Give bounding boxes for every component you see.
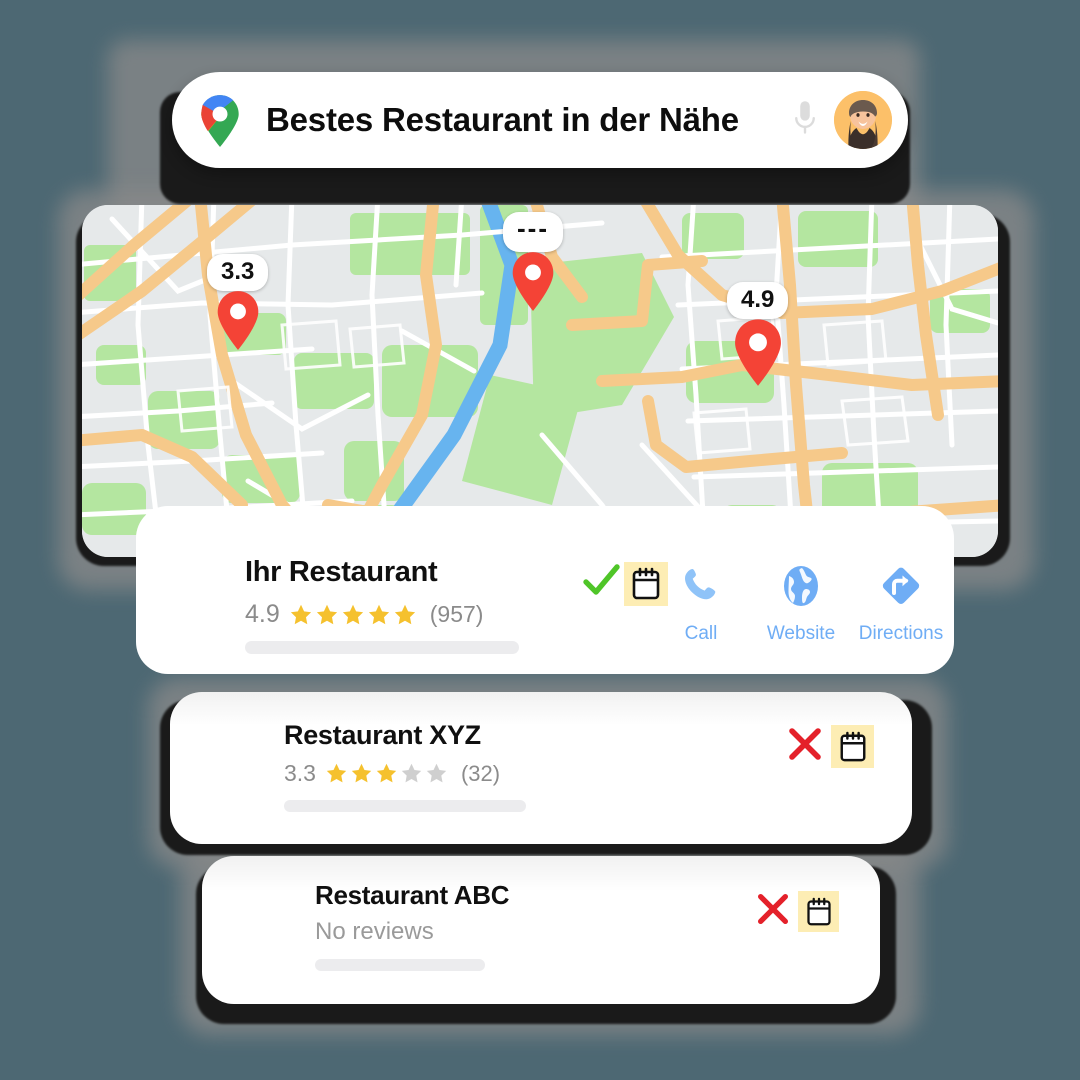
- star-icon: [401, 763, 422, 783]
- availability-indicator: [754, 890, 839, 933]
- calendar-icon[interactable]: [798, 891, 839, 932]
- pin-label: ---: [503, 212, 563, 252]
- microphone-icon[interactable]: [790, 98, 820, 142]
- google-maps-pin-icon: [194, 93, 246, 147]
- map-pin-none[interactable]: ---: [503, 212, 563, 317]
- restaurant-card-restaurant-abc[interactable]: Restaurant ABC No reviews: [202, 856, 880, 1004]
- star-rating: [325, 762, 448, 785]
- action-directions[interactable]: Directions: [859, 560, 943, 645]
- star-rating: [289, 603, 417, 627]
- action-label: Directions: [858, 623, 944, 644]
- star-icon: [290, 604, 311, 624]
- placeholder-bar: [245, 641, 519, 654]
- star-icon: [316, 604, 337, 624]
- star-icon: [342, 604, 363, 624]
- star-icon: [326, 763, 347, 783]
- restaurant-name: Restaurant ABC: [315, 880, 510, 910]
- action-call[interactable]: Call: [664, 560, 738, 645]
- rating-row: 4.9 (957): [245, 600, 483, 629]
- map-pin-icon: [509, 250, 557, 317]
- star-icon: [376, 763, 397, 783]
- availability-indicator: [580, 560, 668, 607]
- search-input[interactable]: Bestes Restaurant in der Nähe: [266, 101, 790, 139]
- search-bar[interactable]: Bestes Restaurant in der Nähe: [172, 72, 908, 168]
- rating-value: 3.3: [284, 760, 316, 786]
- star-icon: [394, 604, 415, 624]
- user-avatar[interactable]: [834, 91, 892, 149]
- no-reviews-label: No reviews: [315, 918, 434, 945]
- map-pin-icon: [214, 289, 262, 356]
- rating-row: 3.3 (32): [284, 760, 500, 787]
- pin-label: 4.9: [727, 282, 789, 319]
- action-website[interactable]: Website: [764, 560, 838, 645]
- restaurant-name: Ihr Restaurant: [245, 556, 438, 588]
- star-icon: [426, 763, 447, 783]
- cross-icon: [785, 724, 825, 769]
- phone-icon: [680, 560, 722, 612]
- map-pin-icon: [731, 317, 785, 392]
- action-label: Call: [684, 623, 718, 644]
- cross-icon: [754, 890, 792, 933]
- star-icon: [368, 604, 389, 624]
- calendar-icon[interactable]: [624, 561, 668, 606]
- placeholder-bar: [315, 959, 485, 971]
- map-pin-4-9[interactable]: 4.9: [727, 282, 789, 392]
- globe-icon: [779, 560, 823, 612]
- review-count: (32): [460, 760, 501, 786]
- map-pin-3-3[interactable]: 3.3: [207, 254, 269, 356]
- action-label: Website: [766, 623, 836, 644]
- check-icon: [580, 560, 622, 607]
- pin-label: 3.3: [207, 254, 269, 291]
- restaurant-card-restaurant-xyz[interactable]: Restaurant XYZ 3.3 (32): [170, 692, 912, 844]
- card-actions: Call Website Directions: [664, 560, 943, 645]
- availability-indicator: [785, 724, 874, 769]
- review-count: (957): [429, 601, 484, 627]
- placeholder-bar: [284, 800, 526, 812]
- calendar-icon[interactable]: [831, 725, 874, 768]
- directions-icon: [878, 560, 924, 612]
- rating-value: 4.9: [245, 600, 280, 628]
- app-mockup: Bestes Restaurant in der Nähe 3.3 --- 4.…: [0, 0, 1080, 1080]
- restaurant-card-ihr-restaurant[interactable]: Ihr Restaurant 4.9 (957) Call Website Di…: [136, 506, 954, 674]
- star-icon: [351, 763, 372, 783]
- restaurant-name: Restaurant XYZ: [284, 720, 481, 750]
